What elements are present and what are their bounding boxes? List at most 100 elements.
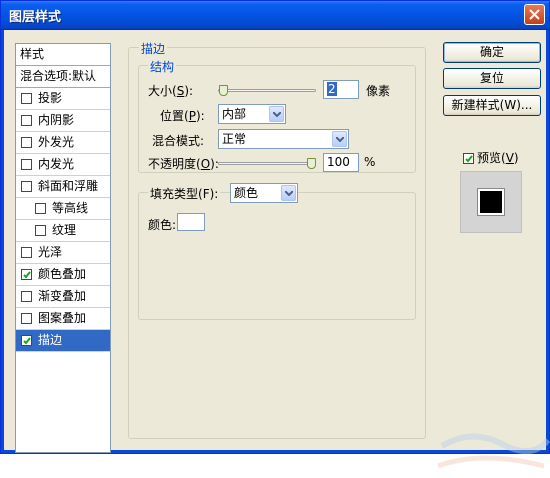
structure-title: 结构 [148, 58, 177, 75]
position-value: 内部 [222, 107, 247, 121]
style-item[interactable]: 描边 [16, 330, 110, 352]
size-slider-thumb[interactable] [219, 85, 228, 96]
size-value: 2 [327, 82, 337, 96]
style-item-checkbox[interactable] [21, 313, 32, 324]
fill-type-dropdown-button[interactable] [281, 185, 296, 201]
position-label: 位置(P): [160, 109, 205, 123]
style-item-checkbox[interactable] [35, 225, 46, 236]
stroke-color-swatch[interactable] [177, 213, 205, 231]
style-list: 样式 混合选项:默认 投影内阴影外发光内发光斜面和浮雕等高线纹理光泽颜色叠加渐变… [15, 43, 111, 453]
size-access-key: S [176, 84, 185, 98]
style-item-checkbox[interactable] [21, 247, 32, 258]
style-item-label: 图案叠加 [38, 311, 87, 325]
blend-mode-dropdown-button[interactable] [332, 131, 347, 147]
opacity-unit: % [364, 155, 376, 169]
style-item-label: 渐变叠加 [38, 289, 87, 303]
style-preview [460, 171, 522, 233]
stroke-group: 描边 结构 大小(S): 2 像素 位置(P): 内部 混合模式: 正常 不透明… [128, 40, 426, 439]
style-item[interactable]: 内阴影 [16, 110, 110, 132]
style-item[interactable]: 光泽 [16, 242, 110, 264]
style-item[interactable]: 投影 [16, 88, 110, 110]
position-label-text: 位置 [160, 109, 185, 123]
ok-button[interactable]: 确定 [443, 42, 541, 63]
style-item[interactable]: 等高线 [16, 198, 110, 220]
style-item-checkbox[interactable] [21, 115, 32, 126]
window-title: 图层样式 [9, 10, 62, 25]
close-icon [529, 9, 540, 20]
preview-swatch [477, 188, 505, 216]
fill-type-select[interactable]: 颜色 [230, 183, 298, 203]
size-label: 大小(S): [148, 84, 194, 98]
style-item[interactable]: 纹理 [16, 220, 110, 242]
style-item-label: 描边 [38, 333, 63, 347]
size-slider-track [218, 89, 316, 92]
size-slider[interactable] [218, 85, 316, 97]
opacity-slider-track [218, 162, 316, 165]
opacity-value: 100 [327, 155, 350, 169]
style-item-label: 内阴影 [38, 113, 75, 127]
style-item-label: 光泽 [38, 245, 63, 259]
position-dropdown-button[interactable] [269, 106, 284, 122]
preview-checkbox[interactable]: 预览(V) [463, 150, 519, 166]
layer-style-dialog: 图层样式 样式 混合选项:默认 投影 内阴影 外发光 内发光 斜面和浮雕 等高线 纹理 光泽颜… [0, 0, 550, 469]
checkmark-icon [465, 155, 473, 163]
style-item[interactable]: 颜色叠加 [16, 264, 110, 286]
style-item[interactable]: 斜面和浮雕 [16, 176, 110, 198]
opacity-slider[interactable] [218, 158, 316, 170]
style-item-label: 等高线 [52, 201, 89, 215]
stroke-group-title: 描边 [139, 40, 168, 57]
style-item-label: 颜色叠加 [38, 267, 87, 281]
style-item-label: 内发光 [38, 157, 75, 171]
blend-options-item[interactable]: 混合选项:默认 [16, 66, 110, 88]
reset-button[interactable]: 复位 [443, 68, 541, 89]
style-item-checkbox[interactable] [21, 335, 32, 346]
size-label-text: 大小 [148, 84, 173, 98]
style-item-checkbox[interactable] [21, 159, 32, 170]
style-item-checkbox[interactable] [21, 93, 32, 104]
style-item-checkbox[interactable] [21, 181, 32, 192]
blend-mode-label: 混合模式: [152, 134, 205, 148]
size-unit: 像素 [366, 84, 391, 98]
checkmark-icon [23, 337, 31, 345]
style-item-checkbox[interactable] [21, 291, 32, 302]
style-item-checkbox[interactable] [35, 203, 46, 214]
style-item[interactable]: 外发光 [16, 132, 110, 154]
blend-mode-label-text: 混合模式 [152, 134, 201, 148]
style-item-label: 斜面和浮雕 [38, 179, 99, 193]
new-style-button[interactable]: 新建样式(W)... [443, 95, 541, 116]
fill-type-label: 填充类型(F): [148, 185, 221, 202]
title-bar[interactable]: 图层样式 [1, 1, 549, 30]
style-item-checkbox[interactable] [21, 137, 32, 148]
preview-check-box[interactable] [463, 153, 474, 164]
style-item-checkbox[interactable] [21, 269, 32, 280]
style-item-label: 纹理 [52, 223, 77, 237]
position-select[interactable]: 内部 [218, 104, 286, 124]
opacity-label: 不透明度(O): [148, 157, 219, 171]
preview-label: 预览 [477, 151, 502, 165]
style-item[interactable]: 内发光 [16, 154, 110, 176]
fill-type-label-text: 填充类型 [150, 187, 199, 201]
opacity-slider-thumb[interactable] [307, 158, 316, 169]
chevron-down-icon [336, 137, 344, 142]
opacity-access-key: O [200, 157, 211, 171]
chevron-down-icon [285, 191, 293, 196]
watermark-logo [437, 433, 550, 469]
chevron-down-icon [273, 112, 281, 117]
style-item[interactable]: 图案叠加 [16, 308, 110, 330]
opacity-input[interactable]: 100 [323, 153, 359, 172]
dialog-body: 样式 混合选项:默认 投影内阴影外发光内发光斜面和浮雕等高线纹理光泽颜色叠加渐变… [4, 30, 550, 469]
close-button[interactable] [524, 4, 545, 25]
fill-type-value: 颜色 [234, 186, 259, 200]
color-label: 颜色: [148, 218, 177, 232]
style-item-label: 投影 [38, 91, 63, 105]
size-input[interactable]: 2 [323, 80, 359, 99]
fill-type-access-key: F [202, 187, 210, 201]
structure-group: 结构 大小(S): 2 像素 位置(P): 内部 混合模式: 正常 不透明度(O… [138, 58, 416, 173]
blend-mode-select[interactable]: 正常 [218, 129, 349, 149]
checkmark-icon [23, 271, 31, 279]
style-item-label: 外发光 [38, 135, 75, 149]
style-item[interactable]: 渐变叠加 [16, 286, 110, 308]
style-list-header[interactable]: 样式 [16, 44, 110, 66]
position-access-key: P [188, 109, 196, 123]
fill-type-group: 填充类型(F): 颜色 颜色: [138, 183, 416, 320]
